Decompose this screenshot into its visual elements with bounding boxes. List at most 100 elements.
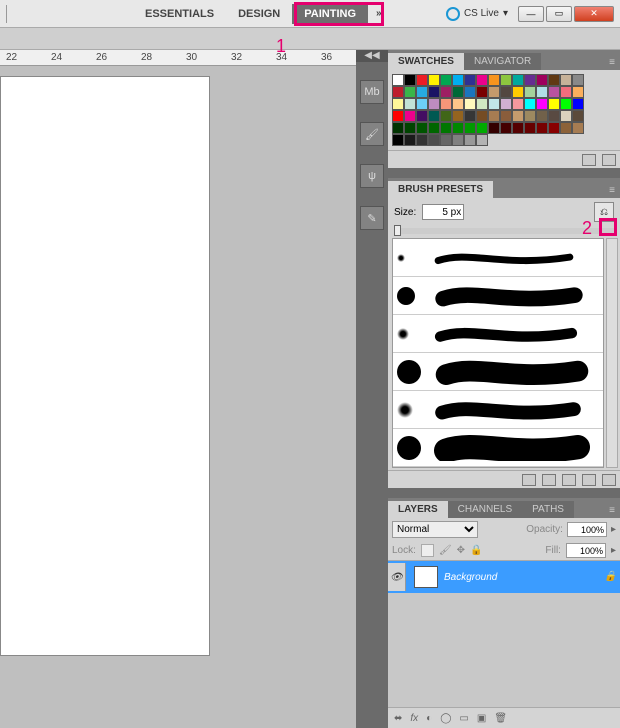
horizontal-ruler[interactable]: 2224262830323436	[0, 50, 356, 66]
adjustment-icon[interactable]: ◯	[440, 713, 451, 724]
clone-source-icon[interactable]: ψ	[360, 164, 384, 188]
swatch[interactable]	[428, 74, 440, 86]
swatch[interactable]	[392, 86, 404, 98]
swatch[interactable]	[464, 122, 476, 134]
slider-thumb[interactable]	[394, 225, 401, 236]
swatch[interactable]	[452, 134, 464, 146]
swatch[interactable]	[428, 134, 440, 146]
swatch[interactable]	[488, 110, 500, 122]
workspace-design[interactable]: DESIGN	[226, 4, 292, 24]
tab-navigator[interactable]: NAVIGATOR	[464, 53, 541, 70]
new-layer-icon[interactable]: ▣	[477, 713, 486, 724]
swatch[interactable]	[428, 86, 440, 98]
swatch[interactable]	[572, 98, 584, 110]
document-canvas[interactable]	[0, 76, 210, 656]
swatch[interactable]	[560, 74, 572, 86]
swatch[interactable]	[404, 98, 416, 110]
delete-layer-icon[interactable]: 🗑	[494, 713, 507, 724]
collapse-dock-icon[interactable]: ◀◀	[356, 50, 388, 62]
swatch[interactable]	[524, 98, 536, 110]
swatch[interactable]	[560, 86, 572, 98]
mask-icon[interactable]: ◐	[426, 713, 432, 724]
lock-transparent-icon[interactable]	[421, 544, 434, 557]
swatch[interactable]	[488, 74, 500, 86]
swatch[interactable]	[440, 74, 452, 86]
swatch[interactable]	[488, 86, 500, 98]
layer-list[interactable]: 👁 Background 🔒	[388, 560, 620, 708]
brush-icon[interactable]: 🖌	[360, 122, 384, 146]
swatch[interactable]	[512, 122, 524, 134]
swatch[interactable]	[560, 110, 572, 122]
swatch[interactable]	[428, 110, 440, 122]
lock-all-icon[interactable]: 🔒	[470, 545, 482, 556]
swatch[interactable]	[404, 110, 416, 122]
preset-save-icon[interactable]	[542, 474, 556, 486]
swatch[interactable]	[512, 110, 524, 122]
swatch[interactable]	[572, 110, 584, 122]
swatch[interactable]	[536, 74, 548, 86]
lock-position-icon[interactable]: ✥	[457, 545, 465, 556]
swatch[interactable]	[488, 98, 500, 110]
swatch[interactable]	[392, 134, 404, 146]
swatch[interactable]	[416, 98, 428, 110]
panel-menu-icon[interactable]: ≡	[604, 182, 620, 198]
swatch[interactable]	[500, 86, 512, 98]
swatch[interactable]	[440, 122, 452, 134]
swatch[interactable]	[392, 110, 404, 122]
swatch[interactable]	[512, 74, 524, 86]
swatch[interactable]	[536, 110, 548, 122]
chevron-icon[interactable]: ▸	[611, 545, 616, 556]
maximize-button[interactable]: ▭	[546, 6, 572, 22]
swatch[interactable]	[512, 86, 524, 98]
swatch[interactable]	[512, 98, 524, 110]
brush-preset-item[interactable]	[393, 239, 603, 277]
swatch[interactable]	[560, 98, 572, 110]
swatch[interactable]	[524, 86, 536, 98]
brush-preset-item[interactable]	[393, 353, 603, 391]
swatch[interactable]	[476, 122, 488, 134]
layer-item-background[interactable]: 👁 Background 🔒	[388, 561, 620, 593]
opacity-input[interactable]	[567, 522, 607, 537]
brush-preset-item[interactable]	[393, 315, 603, 353]
swatch[interactable]	[476, 134, 488, 146]
link-layers-icon[interactable]: ⬌	[394, 713, 402, 724]
swatch[interactable]	[548, 122, 560, 134]
swatches-grid[interactable]	[392, 74, 616, 146]
swatch[interactable]	[500, 74, 512, 86]
tab-brush-presets[interactable]: BRUSH PRESETS	[388, 181, 493, 198]
close-button[interactable]: ✕	[574, 6, 614, 22]
swatch[interactable]	[452, 98, 464, 110]
swatch[interactable]	[476, 86, 488, 98]
swatch[interactable]	[524, 110, 536, 122]
swatch[interactable]	[572, 74, 584, 86]
swatch[interactable]	[572, 86, 584, 98]
swatch[interactable]	[392, 98, 404, 110]
panel-menu-icon[interactable]: ≡	[604, 54, 620, 70]
swatch[interactable]	[416, 122, 428, 134]
swatch[interactable]	[560, 122, 572, 134]
visibility-toggle-icon[interactable]: 👁	[388, 563, 406, 591]
new-brush-icon[interactable]	[582, 474, 596, 486]
swatch[interactable]	[476, 74, 488, 86]
tool-presets-icon[interactable]: ✎	[360, 206, 384, 230]
tab-channels[interactable]: CHANNELS	[448, 501, 522, 518]
lock-pixels-icon[interactable]: 🖌	[439, 545, 452, 556]
swatch[interactable]	[476, 110, 488, 122]
swatch[interactable]	[392, 74, 404, 86]
swatch[interactable]	[416, 134, 428, 146]
swatch[interactable]	[452, 86, 464, 98]
swatch[interactable]	[416, 74, 428, 86]
minimize-button[interactable]: —	[518, 6, 544, 22]
swatch[interactable]	[548, 74, 560, 86]
swatch[interactable]	[440, 134, 452, 146]
tab-swatches[interactable]: SWATCHES	[388, 53, 464, 70]
brush-size-input[interactable]	[422, 204, 464, 220]
swatch[interactable]	[524, 122, 536, 134]
layer-thumbnail[interactable]	[414, 566, 438, 588]
swatch[interactable]	[572, 122, 584, 134]
preset-manager-icon[interactable]	[562, 474, 576, 486]
swatch[interactable]	[536, 122, 548, 134]
chevron-icon[interactable]: ▸	[611, 524, 616, 535]
workspace-more-button[interactable]: »	[376, 8, 382, 19]
swatch[interactable]	[404, 122, 416, 134]
